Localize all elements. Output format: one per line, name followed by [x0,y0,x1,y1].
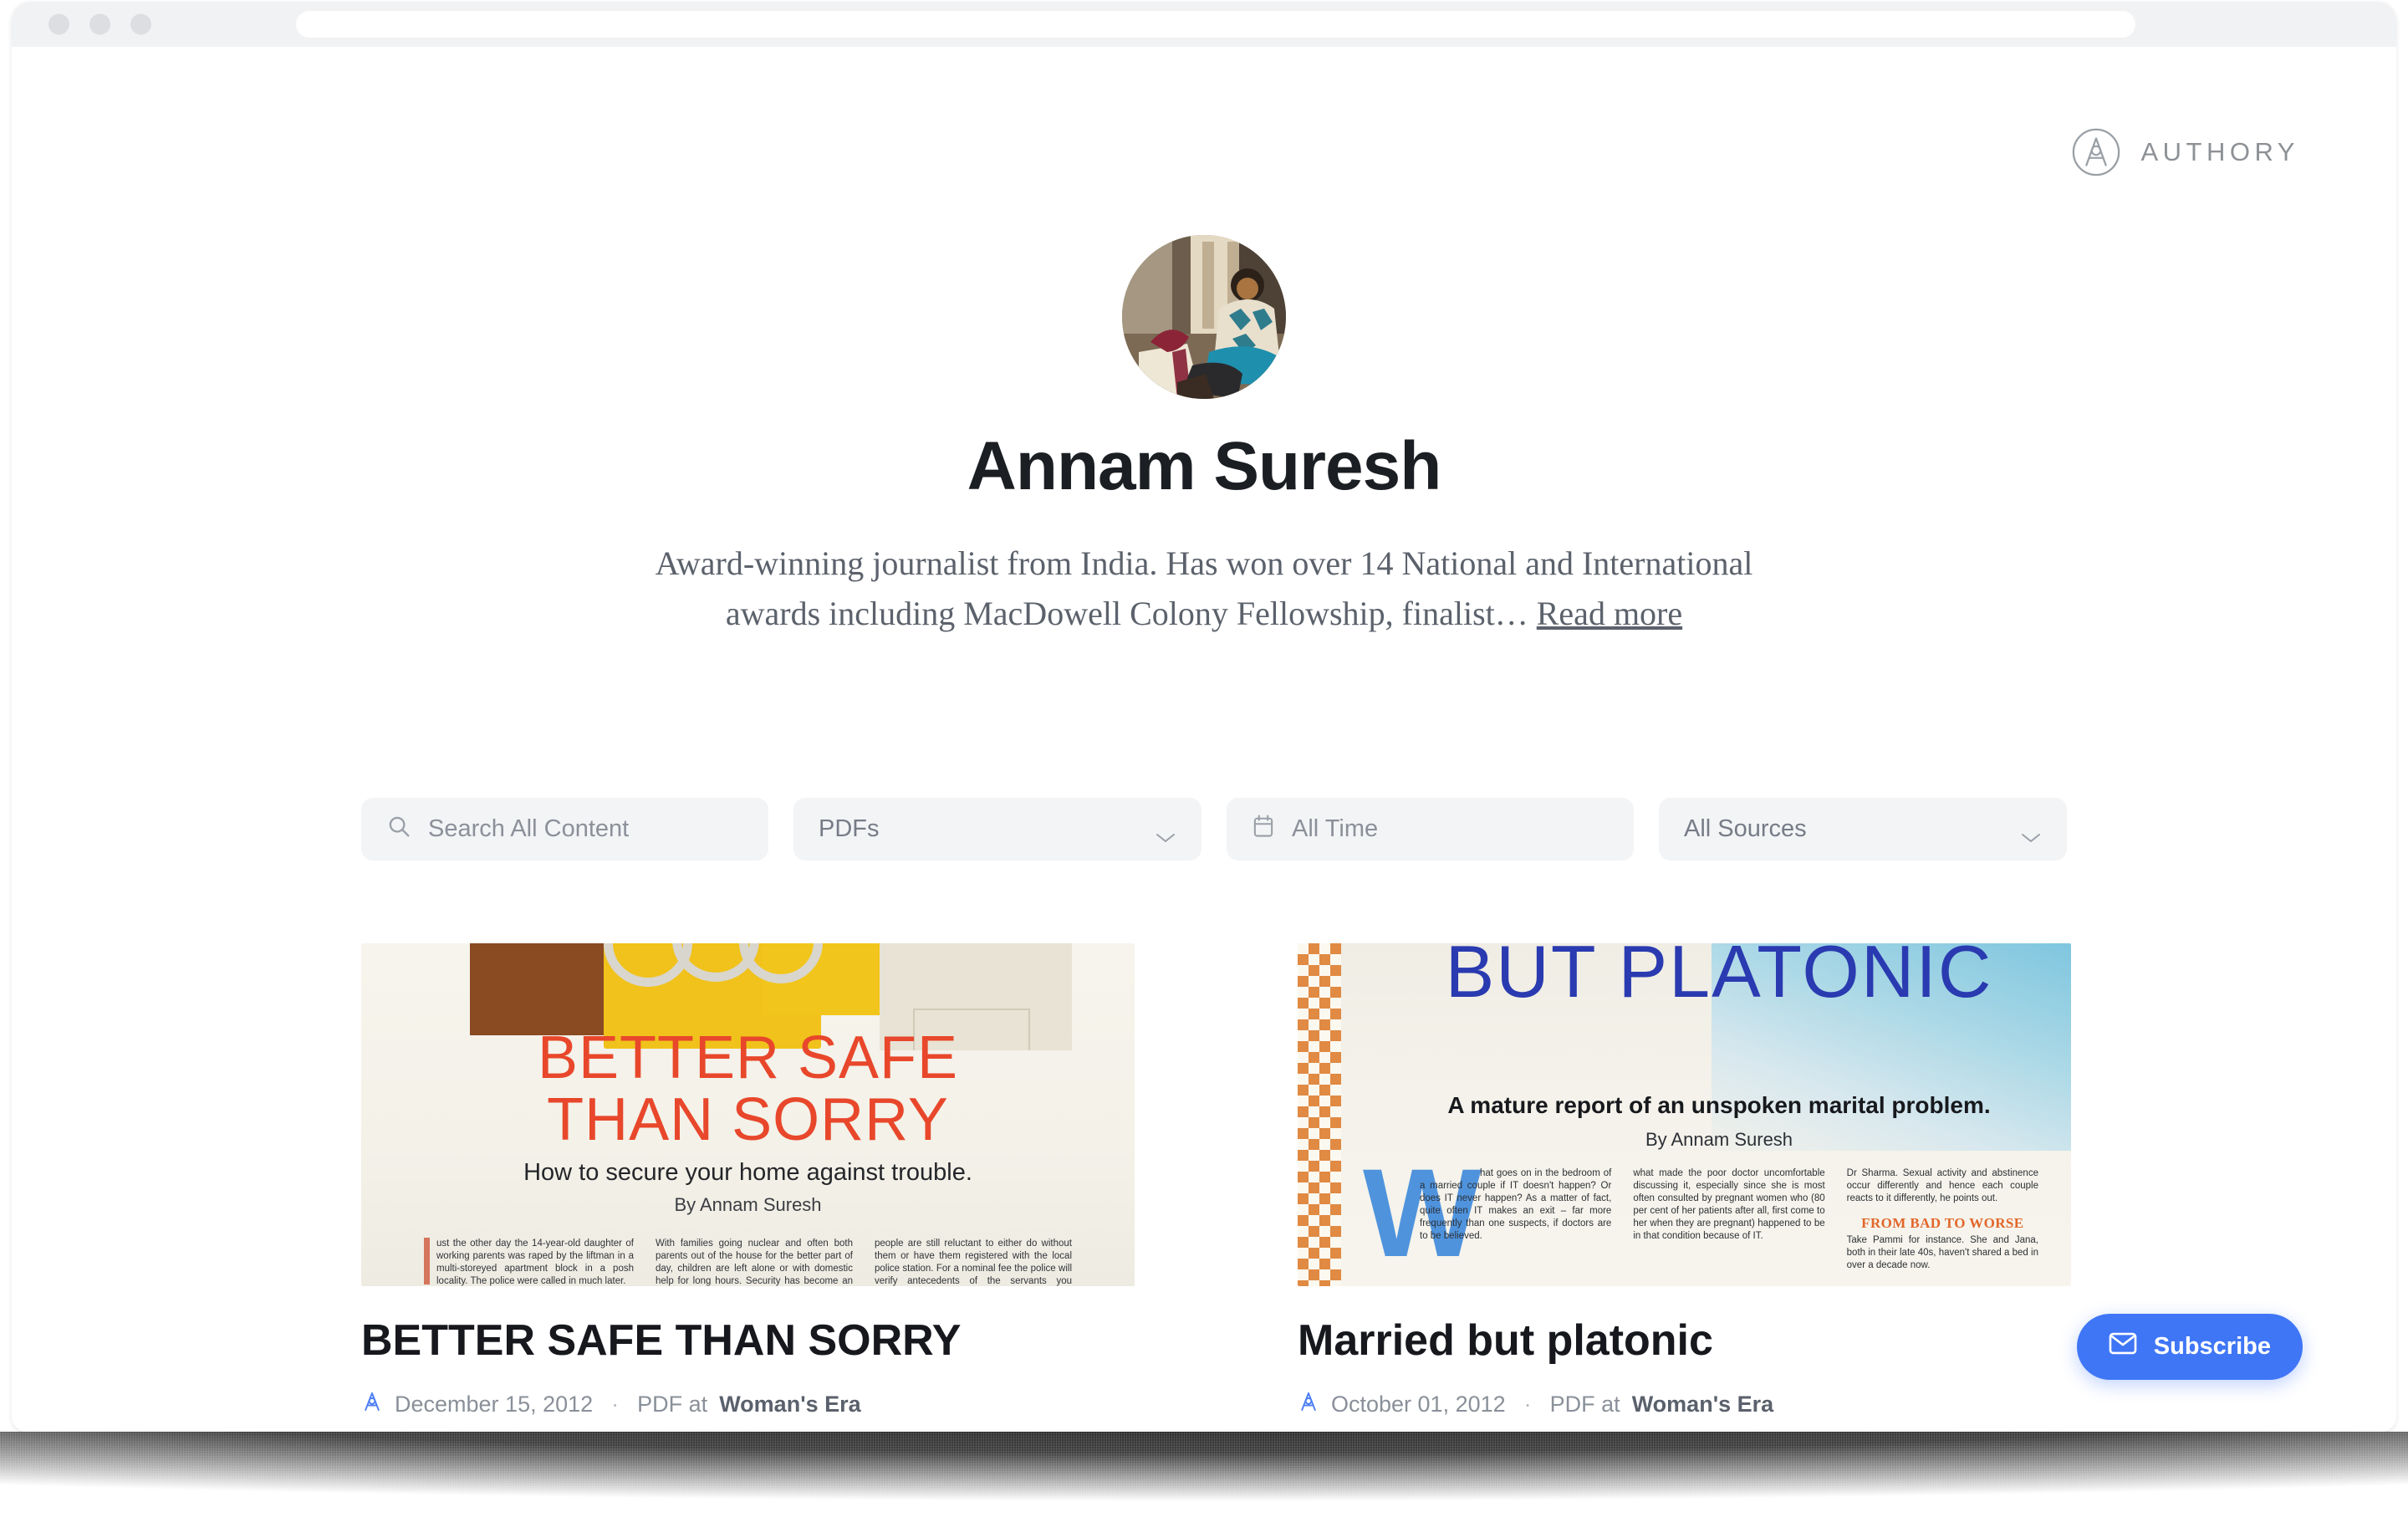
article-type: PDF at [1549,1391,1620,1417]
avatar-photo [1122,235,1286,399]
thumb-byline: By Annam Suresh [674,1194,822,1215]
authory-wordmark: AUTHORY [2140,137,2299,166]
source-filter[interactable]: All Sources [1659,798,2067,861]
page-content: AUTHORY Annam Suresh Award-winning journ… [12,47,2396,1432]
browser-window: AUTHORY Annam Suresh Award-winning journ… [12,2,2396,1432]
page-title: Annam Suresh [967,428,1442,504]
search-icon [386,814,411,845]
thumb-headline-line1: BETTER SAFE [537,1024,959,1091]
thumb-body-column: ust the other day the 14-year-old daught… [436,1239,634,1286]
thumb-subtitle: How to secure your home against trouble. [523,1159,972,1186]
search-input[interactable]: Search All Content [361,798,768,861]
article-date: December 15, 2012 [395,1391,594,1417]
window-drop-shadow [0,1432,2408,1522]
thumb-column3-text: Dr Sharma. Sexual activity and abstinenc… [1846,1168,2038,1203]
authory-a-icon [361,1391,383,1418]
search-placeholder: Search All Content [428,815,630,842]
source-filter-value: All Sources [1684,815,1807,842]
thumb-body: ust the other day the 14-year-old daught… [436,1238,1072,1286]
thumb-checker-border [1298,943,1341,1286]
profile-bio: Award-winning journalist from India. Has… [606,539,1802,639]
article-thumbnail[interactable]: BETTER SAFE THAN SORRY How to secure you… [361,943,1135,1286]
thumb-body: hat goes on in the bedroom of a married … [1420,1167,2038,1272]
article-type: PDF at [637,1391,708,1417]
authory-logo-icon [2070,126,2122,178]
envelope-icon [2109,1332,2137,1361]
shadow-grain [0,1432,2408,1522]
calendar-icon [1252,814,1275,845]
thumb-body-column: people are still reluctant to either do … [875,1239,1072,1286]
window-controls [48,13,151,35]
time-filter[interactable]: All Time [1227,798,1634,861]
thumb-headline: BETTER SAFE THAN SORRY [361,1027,1135,1151]
thumb-drop-bar [424,1238,430,1285]
time-filter-value: All Time [1292,815,1379,842]
minimize-button[interactable] [89,13,110,35]
url-bar[interactable] [296,11,2135,38]
close-button[interactable] [48,13,69,35]
content-type-value: PDFs [819,815,880,842]
content-type-filter[interactable]: PDFs [793,798,1201,861]
thumb-subtitle: A mature report of an unspoken marital p… [1447,1092,1991,1118]
read-more-link[interactable]: Read more [1537,595,1682,632]
meta-separator: · [611,1391,620,1417]
article-title[interactable]: Married but platonic [1298,1318,2071,1364]
avatar[interactable] [1122,235,1286,399]
article-date: October 01, 2012 [1331,1391,1506,1417]
thumb-body-column: hat goes on in the bedroom of a married … [1420,1168,1612,1241]
article-meta: December 15, 2012 · PDF at Woman's Era [361,1391,1135,1418]
chevron-down-icon [1155,823,1176,842]
article-card[interactable]: BUT PLATONIC A mature report of an unspo… [1298,943,2071,1418]
thumb-body-column: Dr Sharma. Sexual activity and abstinenc… [1847,1167,2038,1272]
thumb-subhead: FROM BAD TO WORSE [1861,1215,2024,1231]
filter-bar: Search All Content PDFs All Time All Sou… [361,798,2067,861]
browser-titlebar [12,2,2396,47]
article-title[interactable]: BETTER SAFE THAN SORRY [361,1318,1135,1364]
thumb-headline: BUT PLATONIC [1445,943,1993,1013]
subscribe-button[interactable]: Subscribe [2076,1314,2303,1380]
article-meta: October 01, 2012 · PDF at Woman's Era [1298,1391,2071,1418]
authory-brand[interactable]: AUTHORY [2070,126,2299,178]
authory-a-icon [1298,1391,1319,1418]
thumb-headline-line2: THAN SORRY [547,1086,949,1153]
thumb-column3-tail: Take Pammi for instance. She and Jana, b… [1846,1235,2038,1270]
article-thumbnail[interactable]: BUT PLATONIC A mature report of an unspo… [1298,943,2071,1286]
chevron-down-icon [2020,823,2042,842]
maximize-button[interactable] [130,13,151,35]
article-source[interactable]: Woman's Era [719,1392,860,1417]
thumb-body-column: With families going nuclear and often bo… [656,1239,853,1286]
meta-separator: · [1523,1391,1532,1417]
thumb-body-column: what made the poor doctor uncomfortable … [1633,1168,1825,1241]
article-grid: BETTER SAFE THAN SORRY How to secure you… [361,943,2071,1418]
article-source[interactable]: Woman's Era [1632,1392,1773,1417]
article-card[interactable]: BETTER SAFE THAN SORRY How to secure you… [361,943,1135,1418]
subscribe-label: Subscribe [2153,1333,2271,1360]
